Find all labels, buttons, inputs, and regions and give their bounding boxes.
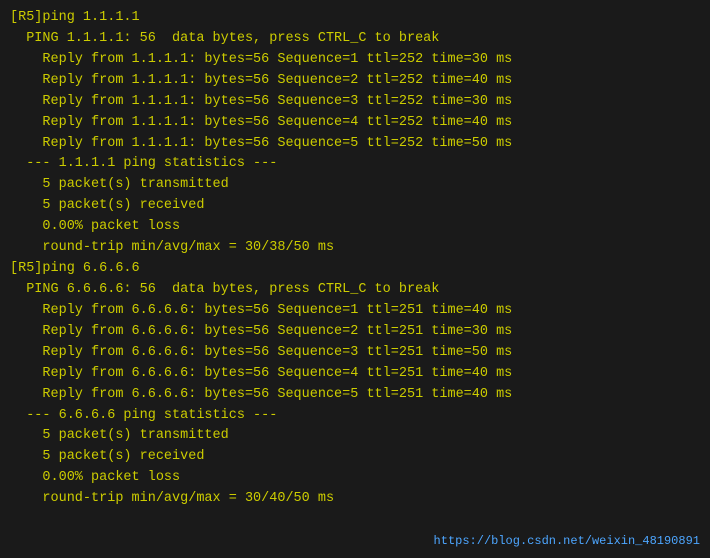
watermark: https://blog.csdn.net/weixin_48190891: [434, 534, 700, 548]
terminal-line-25: 5 packet(s) received: [10, 447, 700, 468]
terminal-line-13: round-trip min/avg/max = 30/38/50 ms: [10, 238, 700, 259]
terminal-line-15: [R5]ping 6.6.6.6: [10, 259, 700, 280]
terminal-window: [R5]ping 1.1.1.1 PING 1.1.1.1: 56 data b…: [0, 0, 710, 558]
terminal-line-6: Reply from 1.1.1.1: bytes=56 Sequence=4 …: [10, 113, 700, 134]
terminal-line-23: --- 6.6.6.6 ping statistics ---: [10, 406, 700, 427]
terminal-line-21: Reply from 6.6.6.6: bytes=56 Sequence=5 …: [10, 385, 700, 406]
terminal-line-12: 0.00% packet loss: [10, 217, 700, 238]
terminal-line-24: 5 packet(s) transmitted: [10, 426, 700, 447]
terminal-line-18: Reply from 6.6.6.6: bytes=56 Sequence=2 …: [10, 322, 700, 343]
terminal-line-20: Reply from 6.6.6.6: bytes=56 Sequence=4 …: [10, 364, 700, 385]
terminal-line-9: --- 1.1.1.1 ping statistics ---: [10, 154, 700, 175]
terminal-line-4: Reply from 1.1.1.1: bytes=56 Sequence=2 …: [10, 71, 700, 92]
terminal-line-26: 0.00% packet loss: [10, 468, 700, 489]
terminal-line-1: [R5]ping 1.1.1.1: [10, 8, 700, 29]
terminal-line-3: Reply from 1.1.1.1: bytes=56 Sequence=1 …: [10, 50, 700, 71]
terminal-line-2: PING 1.1.1.1: 56 data bytes, press CTRL_…: [10, 29, 700, 50]
terminal-line-5: Reply from 1.1.1.1: bytes=56 Sequence=3 …: [10, 92, 700, 113]
terminal-line-10: 5 packet(s) transmitted: [10, 175, 700, 196]
terminal-line-16: PING 6.6.6.6: 56 data bytes, press CTRL_…: [10, 280, 700, 301]
terminal-line-11: 5 packet(s) received: [10, 196, 700, 217]
terminal-line-19: Reply from 6.6.6.6: bytes=56 Sequence=3 …: [10, 343, 700, 364]
terminal-line-27: round-trip min/avg/max = 30/40/50 ms: [10, 489, 700, 510]
terminal-line-7: Reply from 1.1.1.1: bytes=56 Sequence=5 …: [10, 134, 700, 155]
terminal-line-17: Reply from 6.6.6.6: bytes=56 Sequence=1 …: [10, 301, 700, 322]
